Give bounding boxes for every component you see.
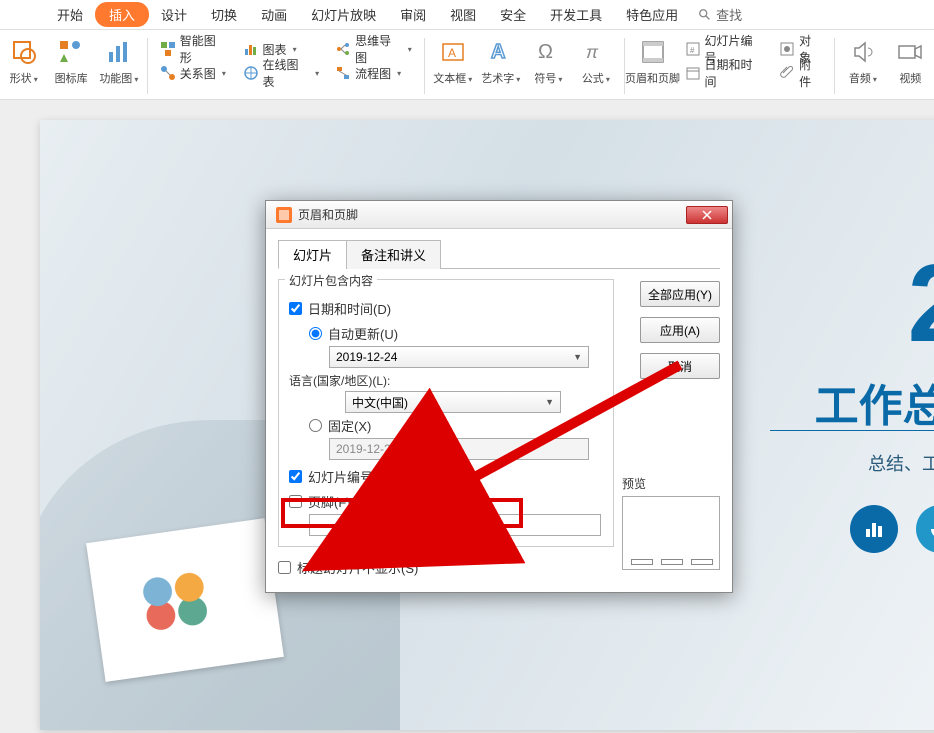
equation-icon: π [582,38,610,66]
tool-onlinechart[interactable]: 在线图表▾ [239,62,324,84]
dialog-tab-notes[interactable]: 备注和讲义 [346,240,441,269]
object-icon [779,41,795,57]
cancel-button[interactable]: 取消 [640,353,720,379]
checkbox-slidenumber-input[interactable] [289,470,302,483]
tab-view[interactable]: 视图 [438,0,488,29]
wordart-icon: A [487,38,515,66]
relation-icon [160,65,176,81]
radio-fixed-input[interactable] [309,419,322,432]
ribbon-tabs: 开始 插入 设计 切换 动画 幻灯片放映 审阅 视图 安全 开发工具 特色应用 … [0,0,934,30]
iconlib-icon [57,38,85,66]
svg-text:A: A [491,41,505,63]
fieldset-content: 幻灯片包含内容 日期和时间(D) 自动更新(U) 2019-12-24▼ 语言(… [278,279,614,547]
radio-fixed[interactable]: 固定(X) [289,413,603,438]
tab-developer[interactable]: 开发工具 [538,0,614,29]
tool-datetime[interactable]: 日期和时间 [681,62,768,84]
smartart-icon [160,41,176,57]
apply-all-button[interactable]: 全部应用(Y) [640,281,720,307]
tab-security[interactable]: 安全 [488,0,538,29]
input-footer-text[interactable] [309,514,601,536]
input-fixed-date [329,438,589,460]
tab-animation[interactable]: 动画 [249,0,299,29]
preview-label: 预览 [622,475,720,492]
checkbox-datetime-input[interactable] [289,302,302,315]
select-language[interactable]: 中文(中国)▼ [345,391,561,413]
tool-textbox[interactable]: A 文本框▾ [429,36,477,100]
attachment-icon [779,65,795,81]
chart-icon [243,41,259,57]
checkbox-datetime[interactable]: 日期和时间(D) [289,296,603,321]
video-icon [896,38,924,66]
tab-slideshow[interactable]: 幻灯片放映 [299,0,388,29]
checkbox-slidenumber[interactable]: 幻灯片编号(N) [289,464,603,489]
tool-attachment[interactable]: 附件 [775,62,826,84]
tool-shape[interactable]: 形状▾ [0,36,47,100]
radio-autoupdate[interactable]: 自动更新(U) [289,321,603,346]
slide-divider [770,430,934,431]
mindmap-icon [335,41,351,57]
radio-autoupdate-input[interactable] [309,327,322,340]
tab-design[interactable]: 设计 [149,0,199,29]
textbox-icon: A [439,38,467,66]
flowchart-icon [335,65,351,81]
header-footer-dialog: 页眉和页脚 幻灯片 备注和讲义 幻灯片包含内容 日期和时间(D) 自动更新(U) [265,200,733,593]
select-date[interactable]: 2019-12-24▼ [329,346,589,368]
slidenumber-icon: # [685,41,701,57]
tab-transition[interactable]: 切换 [199,0,249,29]
tool-flowchart[interactable]: 流程图▾ [331,62,416,84]
search-icon [698,8,712,22]
slide-year: 20 [908,240,934,367]
tool-wordart[interactable]: A 艺术字▾ [477,36,525,100]
dialog-tabs: 幻灯片 备注和讲义 [278,239,720,269]
search-box[interactable]: 查找 [698,5,742,24]
svg-text:Ω: Ω [538,41,553,63]
tool-headerfooter[interactable]: 页眉和页脚 [629,36,677,100]
slide-title: 工作总结P [815,370,934,434]
tool-video[interactable]: 视频 [887,36,934,100]
dialog-title: 页眉和页脚 [298,206,686,223]
tool-mindmap[interactable]: 思维导图▾ [331,38,416,60]
audio-icon [849,38,877,66]
checkbox-footer[interactable]: 页脚(F) [289,489,603,514]
svg-text:#: # [690,46,695,55]
shape-icon [10,38,38,66]
checkbox-dontshowtitle-input[interactable] [278,561,291,574]
dialog-tab-slide[interactable]: 幻灯片 [278,240,347,269]
lang-label: 语言(国家/地区)(L): [289,368,603,391]
app-icon [276,207,292,223]
tool-relation[interactable]: 关系图▾ [156,62,231,84]
svg-text:A: A [448,46,456,60]
datetime-icon [685,65,701,81]
tool-symbol[interactable]: Ω 符号▾ [525,36,572,100]
apply-button[interactable]: 应用(A) [640,317,720,343]
funcchart-icon [105,38,133,66]
tool-iconlib[interactable]: 图标库 [47,36,94,100]
svg-text:π: π [586,42,599,62]
tab-special[interactable]: 特色应用 [614,0,690,29]
toolbar: 形状▾ 图标库 功能图▾ 智能图形 关系图▾ 图表▾ 在线图表▾ 思维导图▾ 流… [0,30,934,100]
dialog-titlebar[interactable]: 页眉和页脚 [266,201,732,229]
checkbox-footer-input[interactable] [289,495,302,508]
tool-funcchart[interactable]: 功能图▾ [95,36,143,100]
slide-icon-pie [916,505,934,553]
slide-icons-row [850,505,934,553]
tab-review[interactable]: 审阅 [388,0,438,29]
tool-audio[interactable]: 音频▾ [839,36,886,100]
preview-rect [622,496,720,570]
onlinechart-icon [243,65,259,81]
slide-icon-bar [850,505,898,553]
symbol-icon: Ω [534,38,562,66]
tab-insert[interactable]: 插入 [95,2,149,27]
slide-subtitle: 总结、工作汇报、述 [868,450,934,476]
tool-equation[interactable]: π 公式▾ [572,36,619,100]
tab-start[interactable]: 开始 [45,0,95,29]
tool-smartart[interactable]: 智能图形 [156,38,231,60]
headerfooter-icon [639,38,667,66]
close-button[interactable] [686,206,728,224]
preview-box: 预览 [622,475,720,570]
fieldset-label: 幻灯片包含内容 [285,272,377,289]
slide-notebook-graphic [86,518,284,682]
close-icon [702,210,712,220]
